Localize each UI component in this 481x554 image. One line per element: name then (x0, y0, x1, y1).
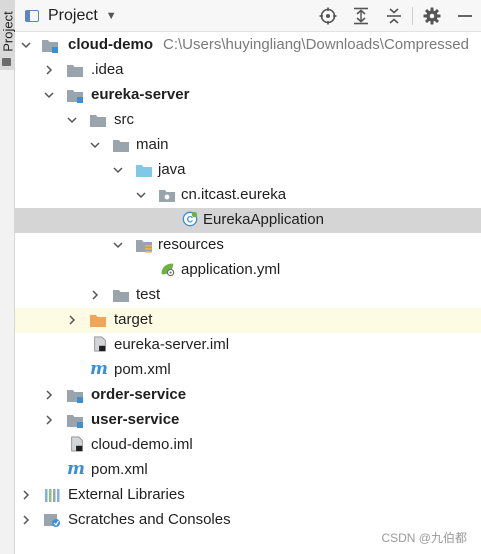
gear-icon (423, 7, 440, 24)
module-folder-icon (67, 90, 83, 103)
tree-node-external-libraries[interactable]: External Libraries (15, 483, 481, 508)
tree-label-test: test (136, 286, 161, 303)
tree-label-user-service: user-service (91, 411, 180, 428)
chevron-down-icon[interactable]: ▼ (106, 10, 117, 22)
chevron-right-icon[interactable] (20, 489, 32, 501)
chevron-down-icon[interactable] (89, 139, 101, 151)
tree-label-idea: .idea (91, 61, 124, 78)
chevron-right-icon[interactable] (43, 64, 55, 76)
locate-file-button[interactable] (311, 0, 344, 31)
tree-node-idea[interactable]: .idea (15, 58, 481, 83)
watermark: CSDN @九伯都 (381, 531, 467, 545)
folder-icon (113, 290, 129, 302)
project-tree: cloud-demo C:\Users\huyingliang\Downloads… (15, 33, 481, 533)
tree-node-pom-root[interactable]: m pom.xml (15, 458, 481, 483)
chevron-right-icon[interactable] (20, 514, 32, 526)
module-path: C:\Users\huyingliang\Downloads\Compresse… (163, 36, 469, 53)
folder-icon (67, 65, 83, 77)
header-title[interactable]: Project (48, 7, 98, 25)
excluded-folder-icon (90, 315, 106, 327)
tree-label-package: cn.itcast.eureka (181, 186, 287, 203)
iml-file-icon (94, 336, 106, 352)
tree-node-eureka-server-iml[interactable]: eureka-server.iml (15, 333, 481, 358)
tree-label-cloud-demo-iml: cloud-demo.iml (91, 436, 193, 453)
tree-label-external-libraries: External Libraries (68, 486, 185, 503)
settings-button[interactable] (415, 0, 448, 31)
tree-label-resources: resources (158, 236, 224, 253)
tree-node-pom-eureka[interactable]: m pom.xml (15, 358, 481, 383)
tree-label-pom-eureka: pom.xml (114, 361, 171, 378)
iml-file-icon (71, 436, 83, 452)
tree-label-src: src (114, 111, 134, 128)
module-folder-icon (67, 415, 83, 428)
collapse-all-button[interactable] (377, 0, 410, 31)
source-folder-icon (136, 165, 152, 177)
module-folder-icon (42, 40, 58, 53)
chevron-right-icon[interactable] (43, 389, 55, 401)
tree-node-resources[interactable]: resources (15, 233, 481, 258)
tree-label-eureka-application: EurekaApplication (203, 211, 324, 228)
tree-node-src[interactable]: src (15, 108, 481, 133)
tree-node-target[interactable]: target (15, 308, 481, 333)
tree-label-eureka-server-iml: eureka-server.iml (114, 336, 230, 353)
project-header: Project ▼ (15, 0, 481, 32)
expand-all-button[interactable] (344, 0, 377, 31)
tree-node-cloud-demo[interactable]: cloud-demo C:\Users\huyingliang\Downloads… (15, 33, 481, 58)
folder-icon (90, 115, 106, 127)
folder-icon (2, 58, 11, 66)
maven-icon: m (67, 459, 85, 479)
tree-label-pom-root: pom.xml (91, 461, 148, 478)
scratches-icon (44, 514, 60, 527)
hide-button[interactable] (448, 0, 481, 31)
minimize-icon (457, 14, 472, 17)
maven-icon: m (90, 359, 108, 379)
tree-label-target: target (114, 311, 153, 328)
tree-label: cloud-demo C:\Users\huyingliang\Downloads… (68, 36, 469, 53)
project-tool-window: Project Project ▼ cloud-demo C:\Users\hu… (0, 0, 481, 554)
tree-node-package[interactable]: cn.itcast.eureka (15, 183, 481, 208)
chevron-right-icon[interactable] (43, 414, 55, 426)
spring-class-icon: C (182, 211, 198, 227)
expand-all-icon (353, 7, 368, 24)
tree-label-main: main (136, 136, 169, 153)
header-separator (412, 6, 413, 25)
crosshair-icon (319, 7, 336, 24)
chevron-down-icon[interactable] (66, 114, 78, 126)
tree-node-application-yml[interactable]: application.yml (15, 258, 481, 283)
chevron-down-icon[interactable] (20, 39, 32, 51)
tree-label-java: java (158, 161, 186, 178)
tree-label-eureka-server: eureka-server (91, 86, 190, 103)
collapse-all-icon (386, 7, 401, 24)
resources-folder-icon (136, 240, 152, 253)
module-folder-icon (67, 390, 83, 403)
header-actions (311, 0, 481, 31)
project-side-tab[interactable]: Project (0, 0, 16, 70)
chevron-down-icon[interactable] (135, 189, 147, 201)
tree-label-application-yml: application.yml (181, 261, 281, 278)
tree-node-cloud-demo-iml[interactable]: cloud-demo.iml (15, 433, 481, 458)
project-side-tab-label: Project (0, 11, 16, 52)
chevron-down-icon[interactable] (43, 89, 55, 101)
tree-label-order-service: order-service (91, 386, 187, 403)
package-icon (159, 190, 175, 202)
libraries-icon (45, 489, 60, 502)
tree-node-main[interactable]: main (15, 133, 481, 158)
project-view-icon (25, 9, 39, 22)
tree-label-scratches: Scratches and Consoles (68, 511, 231, 528)
chevron-right-icon[interactable] (89, 289, 101, 301)
tree-label-cloud-demo: cloud-demo (68, 36, 153, 53)
tree-node-user-service[interactable]: user-service (15, 408, 481, 433)
tree-node-test[interactable]: test (15, 283, 481, 308)
tree-node-eureka-application[interactable]: C EurekaApplication (15, 208, 481, 233)
tree-node-eureka-server[interactable]: eureka-server (15, 83, 481, 108)
tree-node-order-service[interactable]: order-service (15, 383, 481, 408)
chevron-down-icon[interactable] (112, 239, 124, 251)
tool-window-strip: Project (0, 0, 16, 554)
chevron-down-icon[interactable] (112, 164, 124, 176)
folder-icon (113, 140, 129, 152)
spring-config-icon (161, 263, 175, 277)
tree-node-java[interactable]: java (15, 158, 481, 183)
chevron-right-icon[interactable] (66, 314, 78, 326)
